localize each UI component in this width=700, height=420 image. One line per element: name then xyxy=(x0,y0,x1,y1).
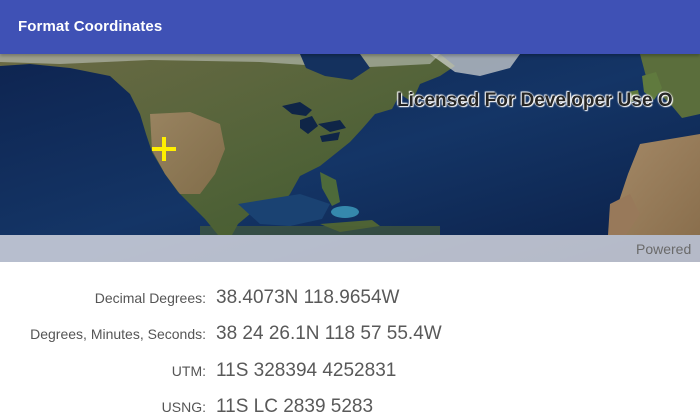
license-watermark: Licensed For Developer Use O xyxy=(397,90,673,111)
dms-row: Degrees, Minutes, Seconds: xyxy=(0,323,700,356)
dms-label: Degrees, Minutes, Seconds: xyxy=(30,326,206,342)
decimal-degrees-row: Decimal Degrees: xyxy=(0,287,700,320)
utm-label: UTM: xyxy=(171,363,206,379)
attribution-text: Powered xyxy=(636,241,692,257)
utm-row: UTM: xyxy=(0,360,700,393)
satellite-imagery xyxy=(0,54,700,262)
app-title: Format Coordinates xyxy=(18,18,163,35)
usng-label: USNG: xyxy=(161,399,206,415)
map-view[interactable]: Licensed For Developer Use O Powered xyxy=(0,54,700,262)
dms-field[interactable] xyxy=(216,323,686,345)
app-bar: Format Coordinates xyxy=(0,0,700,54)
app-root: Format Coordinates Licensed For Develope… xyxy=(0,0,700,420)
utm-field[interactable] xyxy=(216,360,686,382)
decimal-degrees-field[interactable] xyxy=(216,287,686,309)
crosshair-plus-icon xyxy=(152,137,176,161)
usng-row: USNG: xyxy=(0,396,700,420)
marker-vertical-bar xyxy=(162,137,166,161)
attribution-bar[interactable]: Powered xyxy=(0,235,700,262)
usng-field[interactable] xyxy=(216,396,686,418)
coordinates-panel: Decimal Degrees: Degrees, Minutes, Secon… xyxy=(0,262,700,420)
decimal-degrees-label: Decimal Degrees: xyxy=(94,290,206,306)
